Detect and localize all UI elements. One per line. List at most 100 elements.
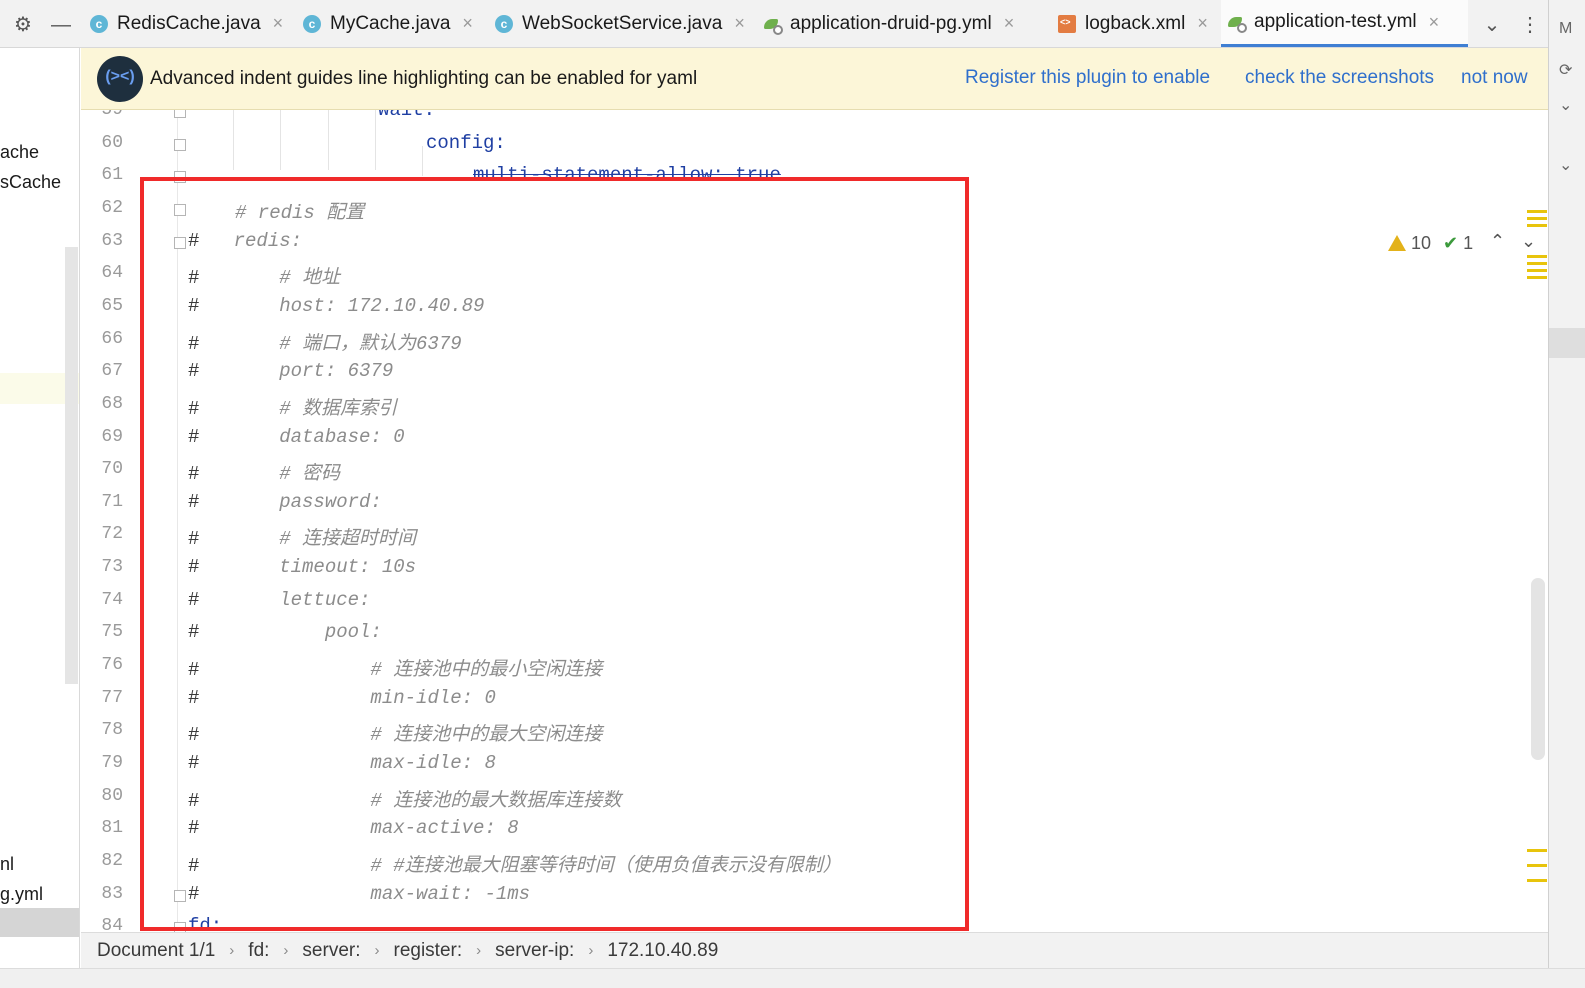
minus-icon[interactable]: — <box>48 12 74 38</box>
tab-logback-xml[interactable]: logback.xml × <box>1052 0 1220 47</box>
breadcrumb-item[interactable]: server-ip: <box>495 940 574 962</box>
close-icon[interactable]: × <box>1429 12 1440 33</box>
not-now-link[interactable]: not now <box>1461 67 1528 89</box>
code-line[interactable]: multi-statement-allow: true <box>473 164 781 186</box>
editor-scrollbar[interactable] <box>1531 578 1545 760</box>
code-line[interactable]: wait: <box>378 110 435 121</box>
project-item[interactable]: ache <box>0 142 39 163</box>
warning-stripe-marker[interactable] <box>1527 255 1547 258</box>
breadcrumb-item[interactable]: 172.10.40.89 <box>607 940 718 962</box>
code-line[interactable]: # # 连接超时时间 <box>188 523 416 550</box>
close-icon[interactable]: × <box>734 13 745 34</box>
code-line[interactable]: # # 连接池的最大数据库连接数 <box>188 785 621 812</box>
warnings-indicator[interactable]: 10 <box>1388 233 1431 254</box>
breadcrumb-item[interactable]: server: <box>302 940 360 962</box>
code-line[interactable]: # # 连接池中的最大空闲连接 <box>188 719 602 746</box>
fold-marker-icon[interactable] <box>174 203 186 216</box>
fold-marker-icon[interactable] <box>174 922 186 932</box>
code-line[interactable]: # min-idle: 0 <box>188 687 496 709</box>
code-line[interactable]: # max-active: 8 <box>188 817 519 839</box>
warning-stripe-marker[interactable] <box>1527 217 1547 220</box>
code-editor[interactable]: 59 wait: 60 config: 61 multi-statement-allow:… <box>81 110 1548 932</box>
selected-file-row[interactable] <box>0 908 79 937</box>
code-token: # <box>188 332 200 355</box>
code-line[interactable]: # pool: <box>188 621 382 643</box>
close-icon[interactable]: × <box>1004 13 1015 34</box>
line-number: 63 <box>101 230 123 251</box>
register-plugin-link[interactable]: Register this plugin to enable <box>965 67 1210 89</box>
line-number: 73 <box>101 557 123 578</box>
code-token: max-wait: -1ms <box>199 882 531 905</box>
tab-rediscache-java[interactable]: c RedisCache.java × <box>84 0 284 47</box>
project-item[interactable]: nl <box>0 854 14 875</box>
chevron-down-icon[interactable]: ⌄ <box>1559 95 1572 115</box>
code-line[interactable]: # # 数据库索引 <box>188 393 397 420</box>
fold-marker-icon[interactable] <box>174 138 186 151</box>
line-number: 65 <box>101 295 123 316</box>
fold-marker-icon[interactable] <box>174 236 186 249</box>
ok-indicator[interactable]: ✔ 1 <box>1443 233 1473 254</box>
fold-marker-icon[interactable] <box>174 110 186 118</box>
code-line[interactable]: # port: 6379 <box>188 360 393 382</box>
warning-stripe-marker[interactable] <box>1527 269 1547 272</box>
line-number: 60 <box>101 132 123 153</box>
warning-stripe-marker[interactable] <box>1527 879 1547 882</box>
code-token: # <box>188 659 200 682</box>
close-icon[interactable]: × <box>1197 13 1208 34</box>
code-line[interactable]: # redis 配置 <box>235 197 364 224</box>
breadcrumb-item[interactable]: register: <box>394 940 463 962</box>
code-line[interactable]: # max-wait: -1ms <box>188 883 530 905</box>
tab-application-test-yml[interactable]: application-test.yml × <box>1221 0 1468 47</box>
gear-icon[interactable]: ⚙ <box>10 12 36 38</box>
breadcrumb-item[interactable]: fd: <box>248 940 269 962</box>
code-line[interactable]: # redis: <box>188 230 302 252</box>
tab-application-druid-pg-yml[interactable]: application-druid-pg.yml × <box>757 0 1039 47</box>
code-line[interactable]: # lettuce: <box>188 589 370 611</box>
plugin-notification-banner: (><) Advanced indent guides line highlig… <box>81 48 1548 110</box>
breadcrumb-separator-icon: › <box>476 942 482 959</box>
check-screenshots-link[interactable]: check the screenshots <box>1245 67 1434 89</box>
code-line[interactable]: # # 端口，默认为6379 <box>188 328 462 355</box>
warning-stripe-marker[interactable] <box>1527 864 1547 867</box>
line-number: 67 <box>101 361 123 382</box>
warning-stripe-marker[interactable] <box>1527 224 1547 227</box>
breadcrumb-item[interactable]: Document 1/1 <box>97 940 215 962</box>
fold-marker-icon[interactable] <box>174 171 186 184</box>
close-icon[interactable]: × <box>273 13 284 34</box>
project-item[interactable]: g.yml <box>0 884 43 905</box>
tab-mycache-java[interactable]: c MyCache.java × <box>297 0 477 47</box>
project-item[interactable]: sCache <box>0 172 61 193</box>
warning-icon <box>1388 235 1406 251</box>
code-line[interactable]: # password: <box>188 491 382 513</box>
warning-stripe-marker[interactable] <box>1527 210 1547 213</box>
code-line[interactable]: # host: 172.10.40.89 <box>188 295 484 317</box>
code-line[interactable]: # max-idle: 8 <box>188 752 496 774</box>
code-line[interactable]: # timeout: 10s <box>188 556 416 578</box>
line-number: 83 <box>101 883 123 904</box>
fold-marker-icon[interactable] <box>174 889 186 902</box>
code-line[interactable]: # # 密码 <box>188 458 340 485</box>
right-panel-item[interactable]: M <box>1559 20 1572 38</box>
code-token: # <box>188 817 200 840</box>
project-scrollbar[interactable] <box>65 247 78 684</box>
code-line[interactable]: config: <box>426 132 506 154</box>
warning-stripe-marker[interactable] <box>1527 276 1547 279</box>
code-line[interactable]: # # 地址 <box>188 262 340 289</box>
right-panel-scrollbar[interactable] <box>1549 328 1585 358</box>
prev-highlight-icon[interactable]: ⌃ <box>1490 231 1505 252</box>
warning-stripe-marker[interactable] <box>1527 849 1547 852</box>
more-menu-icon[interactable]: ⋮ <box>1517 12 1543 38</box>
tab-websocketservice-java[interactable]: c WebSocketService.java × <box>489 0 745 47</box>
warning-stripe-marker[interactable] <box>1527 262 1547 265</box>
refresh-icon[interactable]: ⟳ <box>1559 60 1572 80</box>
code-line[interactable]: # # #连接池最大阻塞等待时间（使用负值表示没有限制） <box>188 850 842 877</box>
code-token: # <box>188 752 200 774</box>
chevron-down-icon[interactable]: ⌄ <box>1479 12 1505 38</box>
close-icon[interactable]: × <box>462 13 473 34</box>
next-highlight-icon[interactable]: ⌄ <box>1521 231 1536 252</box>
tab-label: application-test.yml <box>1254 11 1417 32</box>
chevron-down-icon[interactable]: ⌄ <box>1559 155 1572 175</box>
code-line[interactable]: fd: <box>188 915 222 932</box>
code-line[interactable]: # # 连接池中的最小空闲连接 <box>188 654 602 681</box>
code-line[interactable]: # database: 0 <box>188 426 405 448</box>
